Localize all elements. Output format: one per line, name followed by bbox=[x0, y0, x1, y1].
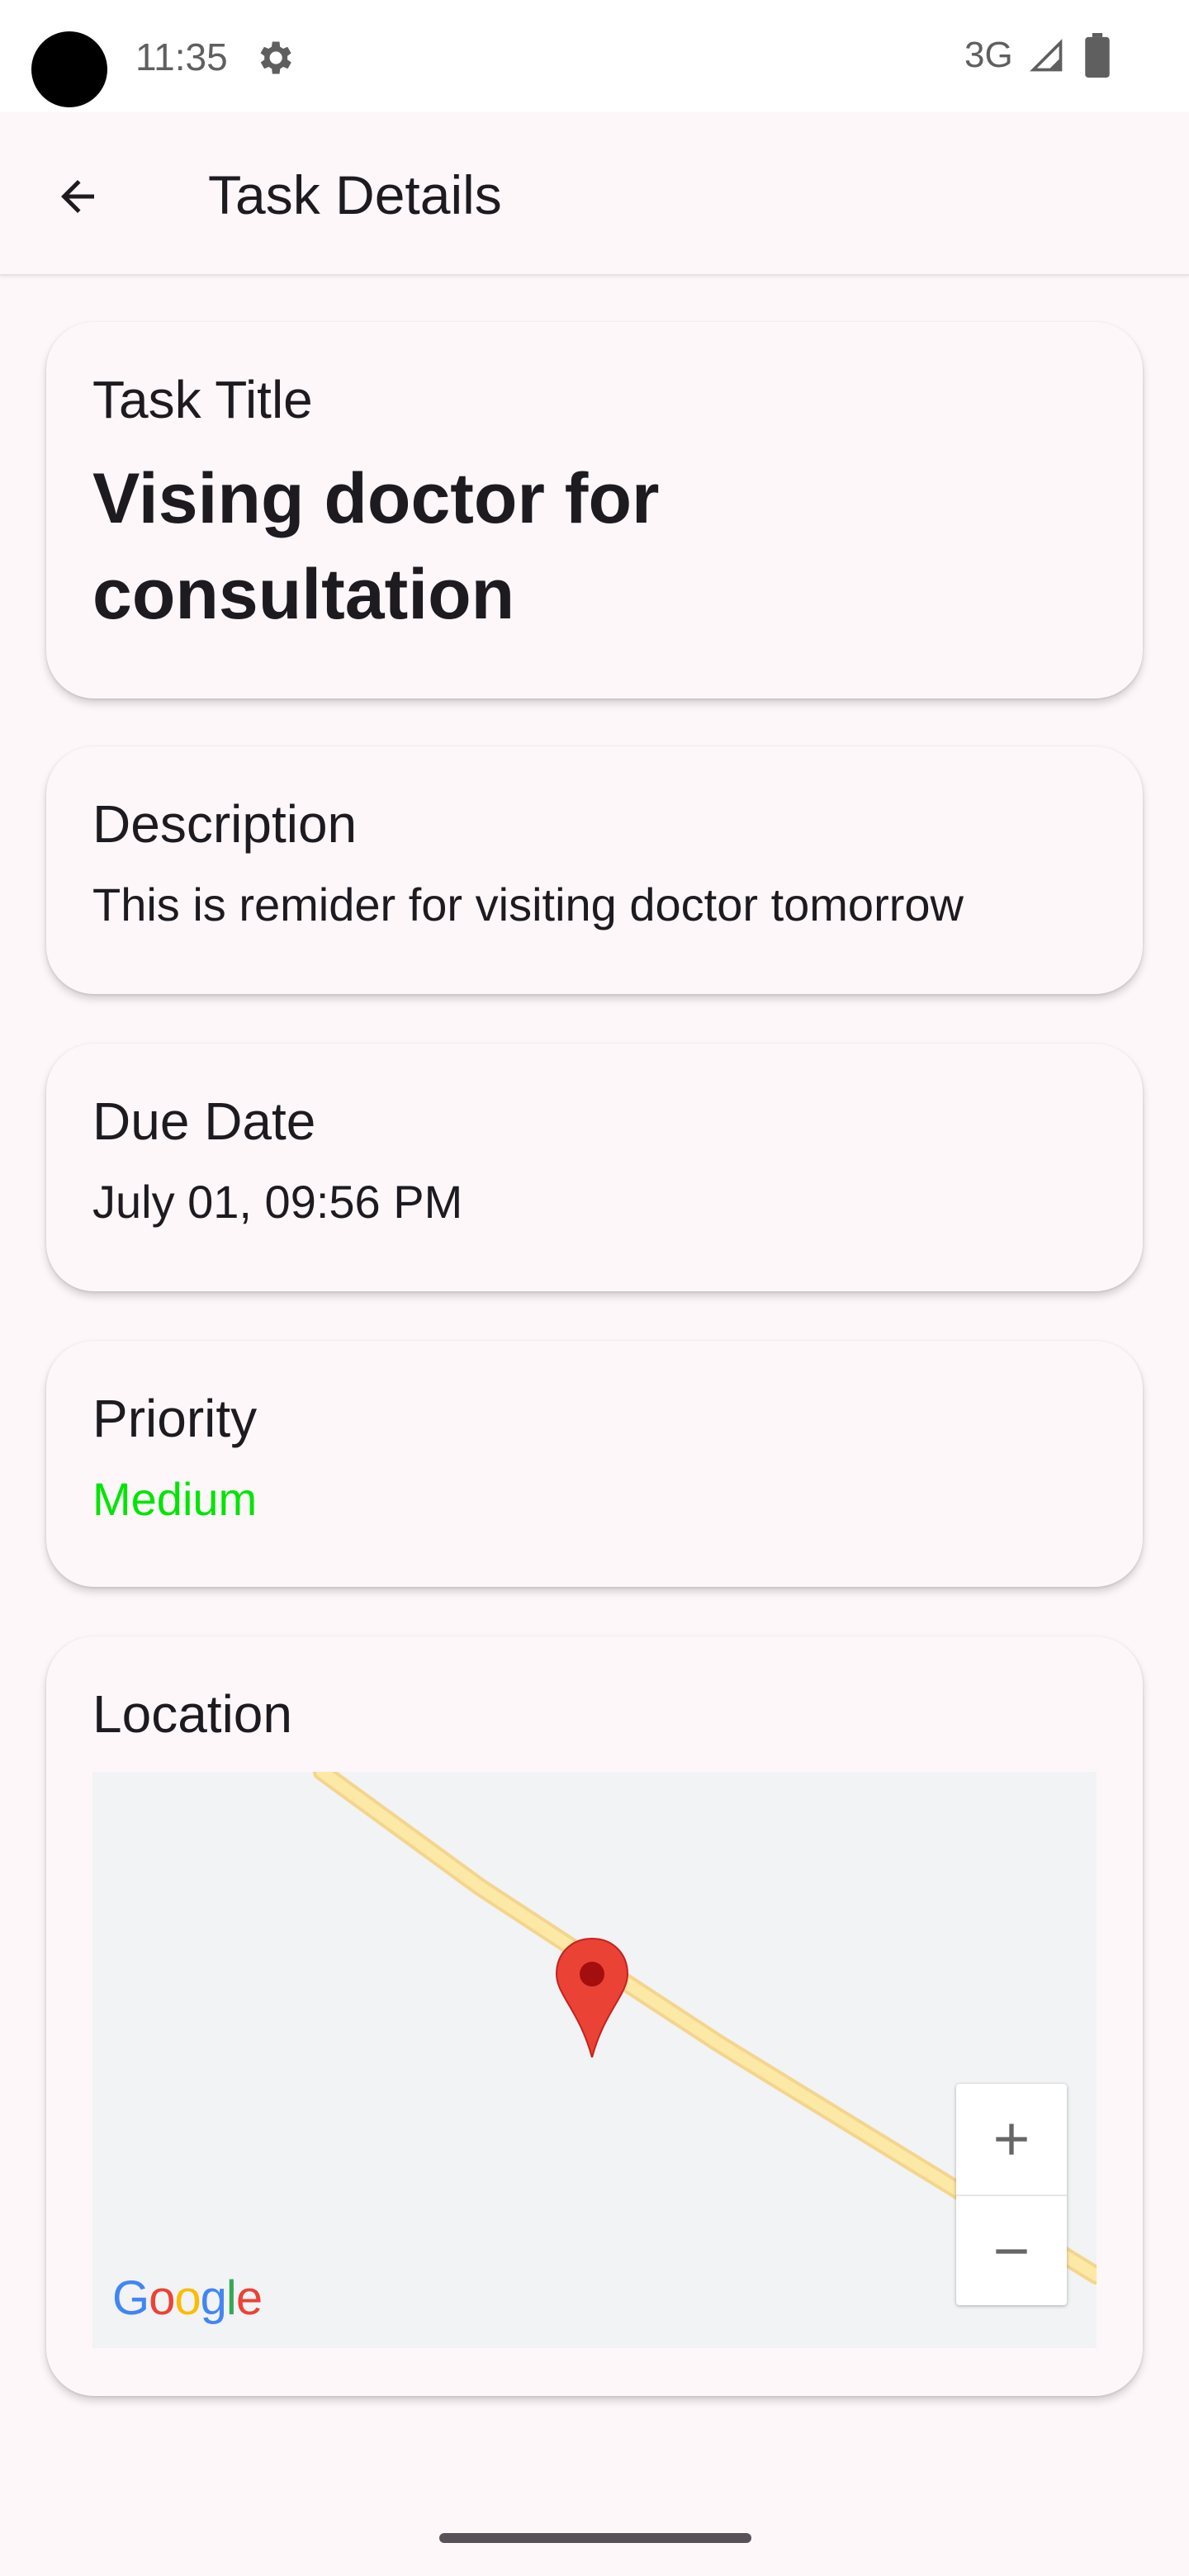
due-date-value: July 01, 09:56 PM bbox=[92, 1176, 463, 1228]
map-marker-icon[interactable] bbox=[555, 1937, 629, 2057]
settings-gear-icon bbox=[260, 41, 291, 74]
task-title-card: Task Title Vising doctor for consultatio… bbox=[46, 322, 1143, 698]
plus-icon bbox=[996, 2124, 1027, 2155]
back-button[interactable] bbox=[40, 159, 116, 234]
due-date-label: Due Date bbox=[92, 1091, 316, 1151]
zoom-out-button[interactable] bbox=[956, 2195, 1067, 2307]
status-bar: 11:35 3G bbox=[0, 0, 1189, 112]
priority-label: Priority bbox=[92, 1389, 258, 1448]
battery-icon bbox=[1085, 33, 1110, 78]
top-app-bar: Task Details bbox=[0, 112, 1189, 276]
description-value: This is remider for visiting doctor tomo… bbox=[92, 878, 964, 930]
priority-value: Medium bbox=[92, 1473, 258, 1525]
location-map[interactable]: Google bbox=[92, 1772, 1097, 2348]
task-title-value: Vising doctor for consultation bbox=[92, 459, 660, 634]
home-indicator[interactable] bbox=[439, 2533, 751, 2543]
description-card: Description This is remider for visiting… bbox=[46, 746, 1143, 994]
location-label: Location bbox=[92, 1684, 292, 1744]
network-type: 3G bbox=[964, 35, 1013, 75]
map-road bbox=[313, 1772, 1097, 2285]
minus-icon bbox=[996, 2249, 1027, 2254]
google-logo: Google bbox=[112, 2271, 263, 2325]
camera-cutout bbox=[31, 31, 107, 107]
zoom-in-button[interactable] bbox=[956, 2084, 1067, 2195]
task-title-label: Task Title bbox=[92, 370, 313, 429]
priority-card: Priority Medium bbox=[46, 1341, 1143, 1587]
arrow-back-icon bbox=[61, 180, 94, 213]
zoom-controls bbox=[956, 2084, 1067, 2305]
status-time: 11:35 bbox=[135, 36, 228, 78]
page-title: Task Details bbox=[208, 164, 502, 225]
cell-signal-icon bbox=[1030, 39, 1063, 72]
location-card: Location Google bbox=[46, 1636, 1143, 2396]
due-date-card: Due Date July 01, 09:56 PM bbox=[46, 1044, 1143, 1291]
description-label: Description bbox=[92, 794, 358, 854]
